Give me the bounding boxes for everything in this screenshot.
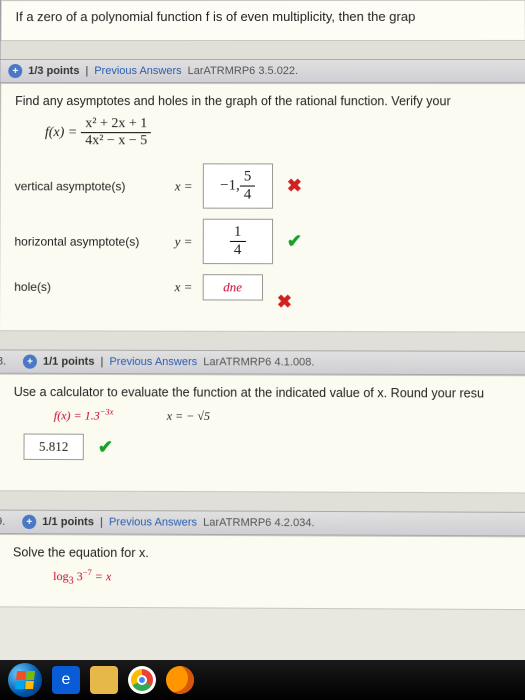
windows-taskbar: e <box>0 660 525 700</box>
hole-label: hole(s) <box>14 280 164 294</box>
question7-prompt: Find any asymptotes and holes in the gra… <box>15 94 511 108</box>
statement-text: If a zero of a polynomial function f is … <box>16 9 416 24</box>
context-statement: If a zero of a polynomial function f is … <box>0 0 525 41</box>
holes-row: hole(s) x = dne ✖ <box>14 274 512 301</box>
denominator: 4x² − x − 5 <box>81 133 151 149</box>
points-label: 1/1 points <box>43 356 95 368</box>
q8-answer-row: 5.812 ✔ <box>23 434 512 462</box>
question8-number: 8. <box>0 355 6 367</box>
divider <box>0 41 525 59</box>
hole-answer-input[interactable]: dne <box>202 274 262 300</box>
previous-answers-link[interactable]: Previous Answers <box>109 356 197 368</box>
wrong-icon: ✖ <box>287 176 302 197</box>
vertical-asymptote-row: vertical asymptote(s) x = −1, 5 4 ✖ <box>15 163 512 209</box>
fx-label: f(x) = <box>45 125 77 141</box>
question-ref: LarATRMRP6 4.2.034. <box>203 517 315 530</box>
q8-answer-input[interactable]: 5.812 <box>23 434 83 461</box>
q8-xval: x = − √5 <box>167 409 210 423</box>
question8-function: f(x) = 1.3−3x x = − √5 <box>54 407 513 425</box>
explorer-icon[interactable] <box>90 666 118 694</box>
va-label: vertical asymptote(s) <box>15 179 165 193</box>
q8-exp: −3x <box>100 407 114 416</box>
question9-number: 9. <box>0 516 5 528</box>
start-button[interactable] <box>8 663 42 697</box>
chrome-icon[interactable] <box>128 666 156 694</box>
question9-prompt: Solve the equation for x. <box>13 545 513 562</box>
correct-icon: ✔ <box>287 231 302 252</box>
previous-answers-link[interactable]: Previous Answers <box>94 65 181 77</box>
firefox-icon[interactable] <box>166 666 194 694</box>
question8-header: + 1/1 points | Previous Answers LarATRMR… <box>0 349 525 375</box>
question7-header: + 1/3 points | Previous Answers LarATRMR… <box>0 59 525 83</box>
q8-fx: f(x) = 1.3 <box>54 408 100 422</box>
question8-prompt: Use a calculator to evaluate the functio… <box>14 385 513 401</box>
ha-answer-input[interactable]: 1 4 <box>203 219 273 265</box>
expand-icon[interactable]: + <box>23 355 37 369</box>
question7-body: Find any asymptotes and holes in the gra… <box>0 83 525 333</box>
ha-eq: y = <box>175 233 193 249</box>
points-label: 1/1 points <box>42 516 94 528</box>
hole-eq: x = <box>175 279 193 295</box>
horizontal-asymptote-row: horizontal asymptote(s) y = 1 4 ✔ <box>14 218 511 264</box>
ie-icon[interactable]: e <box>52 666 80 694</box>
va-answer-frac: 5 4 <box>240 168 256 203</box>
divider <box>0 331 525 351</box>
expand-icon[interactable]: + <box>22 515 36 529</box>
numerator: x² + 2x + 1 <box>81 116 151 133</box>
function-fraction: x² + 2x + 1 4x² − x − 5 <box>81 116 151 149</box>
previous-answers-link[interactable]: Previous Answers <box>109 516 197 529</box>
correct-icon: ✔ <box>98 436 113 457</box>
ha-label: horizontal asymptote(s) <box>14 234 164 248</box>
question9-body: Solve the equation for x. log3 3−7 = x <box>0 534 525 611</box>
va-answer-input[interactable]: −1, 5 4 <box>203 163 273 208</box>
question-ref: LarATRMRP6 4.1.008. <box>203 356 314 368</box>
points-label: 1/3 points <box>28 65 79 77</box>
question-ref: LarATRMRP6 3.5.022. <box>188 65 299 77</box>
windows-icon <box>15 671 35 689</box>
ha-answer-frac: 1 4 <box>230 224 246 259</box>
question7-function: f(x) = x² + 2x + 1 4x² − x − 5 <box>45 116 511 149</box>
va-eq: x = <box>175 178 193 194</box>
divider <box>0 491 525 512</box>
expand-icon[interactable]: + <box>8 64 22 78</box>
va-answer-prefix: −1, <box>220 177 240 194</box>
question9-equation: log3 3−7 = x <box>53 568 513 589</box>
question8-body: Use a calculator to evaluate the functio… <box>0 374 525 494</box>
wrong-icon: ✖ <box>277 291 292 312</box>
question9-header: + 1/1 points | Previous Answers LarATRMR… <box>0 510 525 537</box>
